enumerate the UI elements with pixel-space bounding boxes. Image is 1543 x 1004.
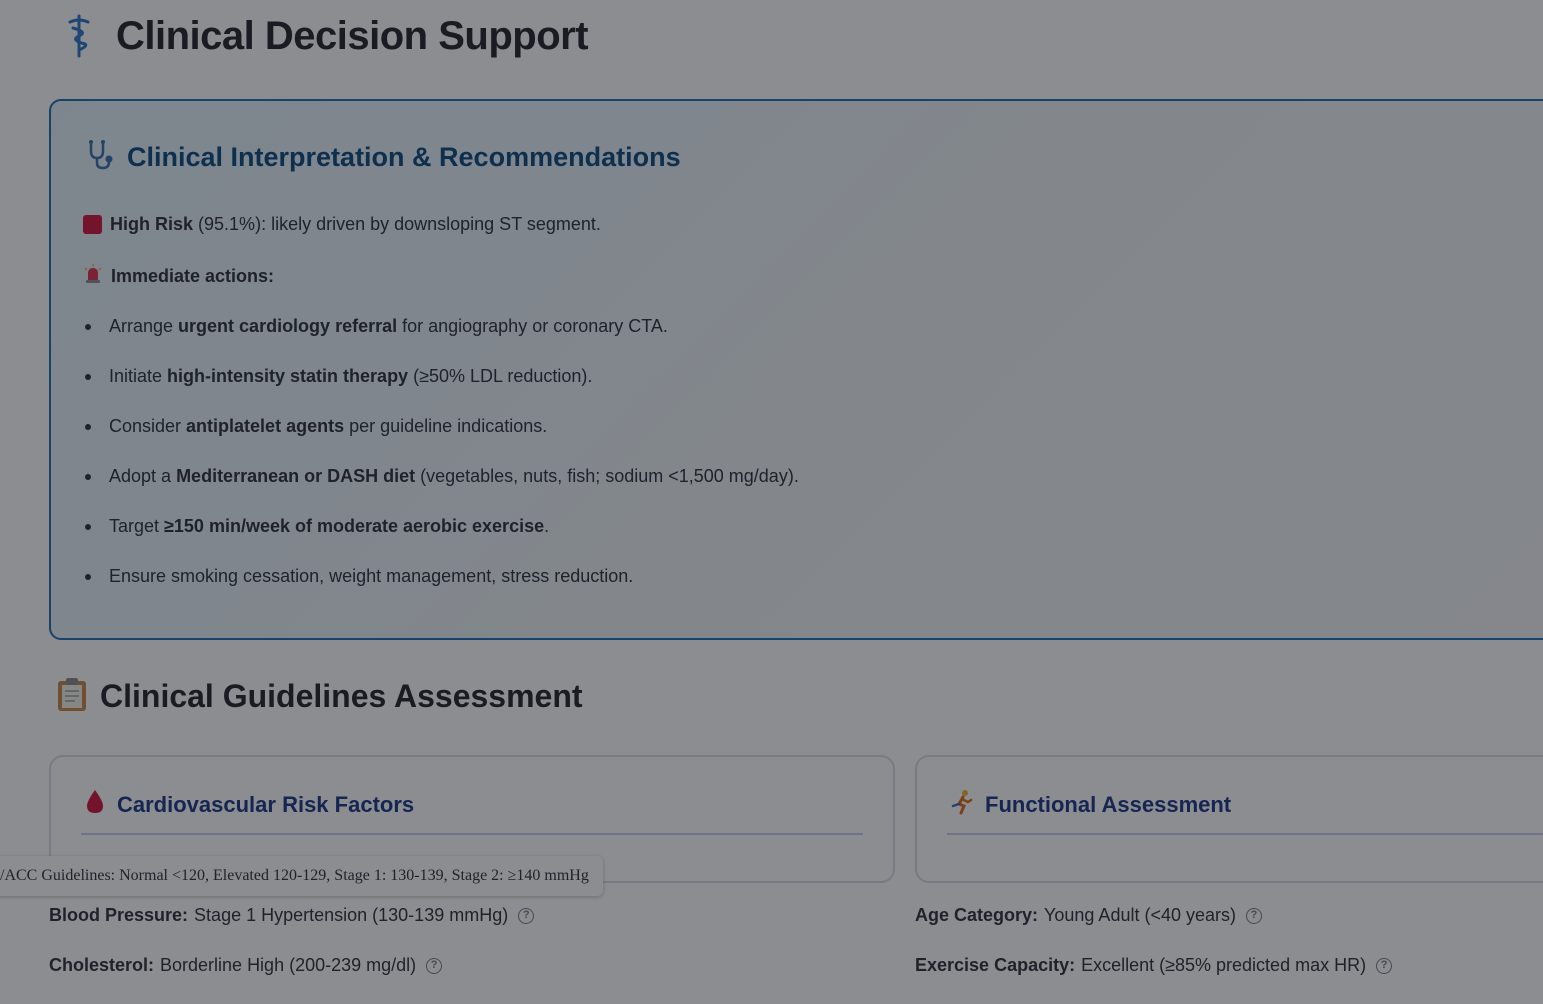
functional-heading: Functional Assessment: [949, 789, 1231, 820]
help-icon[interactable]: ?: [426, 957, 443, 974]
red-square-icon: [83, 215, 102, 234]
risk-reason: : likely driven by downsloping ST segmen…: [261, 214, 601, 234]
metric-label: Exercise Capacity:: [915, 955, 1076, 975]
caduceus-icon: [62, 13, 96, 59]
list-item: Initiate high-intensity statin therapy (…: [83, 364, 799, 414]
metric-label: Blood Pressure:: [49, 905, 189, 925]
list-item: Target ≥150 min/week of moderate aerobic…: [83, 514, 799, 564]
list-item: Consider antiplatelet agents per guideli…: [83, 414, 799, 464]
help-icon[interactable]: ?: [518, 907, 535, 924]
guidelines-title: Clinical Guidelines Assessment: [100, 677, 583, 714]
recommendations-list: Arrange urgent cardiology referral for a…: [83, 314, 799, 614]
immediate-actions-heading: Immediate actions:: [83, 264, 274, 289]
stethoscope-icon: [85, 139, 117, 176]
risk-label: High Risk: [110, 214, 194, 234]
list-item: Adopt a Mediterranean or DASH diet (vege…: [83, 464, 799, 514]
interpretation-heading: Clinical Interpretation & Recommendation…: [85, 139, 681, 176]
page: Clinical Decision Support Clinical Inter…: [0, 0, 1543, 1004]
page-title: Clinical Decision Support: [62, 6, 589, 66]
siren-icon: [83, 264, 103, 289]
divider: [947, 833, 1543, 835]
functional-card: Functional Assessment: [915, 755, 1543, 883]
help-icon[interactable]: ?: [1246, 907, 1263, 924]
cardiovascular-heading: Cardiovascular Risk Factors: [83, 789, 414, 820]
cardiovascular-title: Cardiovascular Risk Factors: [117, 791, 415, 817]
blood-pressure-tooltip: /ACC Guidelines: Normal <120, Elevated 1…: [0, 856, 603, 896]
metric-value: Young Adult (<40 years): [1044, 905, 1237, 925]
exercise-capacity-metric: Exercise Capacity: Excellent (≥85% predi…: [915, 955, 1393, 976]
guidelines-heading: Clinical Guidelines Assessment: [56, 672, 583, 720]
metric-label: Cholesterol:: [49, 955, 155, 975]
functional-title: Functional Assessment: [985, 791, 1232, 817]
blood-drop-icon: [83, 789, 107, 820]
risk-summary: High Risk (95.1%): likely driven by down…: [83, 214, 601, 235]
interpretation-card: Clinical Interpretation & Recommendation…: [49, 99, 1543, 640]
metric-value: Stage 1 Hypertension (130-139 mmHg): [194, 905, 509, 925]
metric-value: Borderline High (200-239 mg/dl): [160, 955, 417, 975]
immediate-actions-label: Immediate actions:: [111, 266, 275, 286]
risk-percent: (95.1%): [198, 214, 262, 234]
clipboard-icon: [56, 676, 88, 717]
runner-icon: [949, 789, 975, 820]
list-item: Arrange urgent cardiology referral for a…: [83, 314, 799, 364]
page-title-text: Clinical Decision Support: [116, 13, 589, 58]
divider: [81, 833, 863, 835]
cholesterol-metric: Cholesterol: Borderline High (200-239 mg…: [49, 955, 443, 976]
list-item: Ensure smoking cessation, weight managem…: [83, 564, 799, 614]
metric-label: Age Category:: [915, 905, 1039, 925]
help-icon[interactable]: ?: [1376, 957, 1393, 974]
metric-value: Excellent (≥85% predicted max HR): [1081, 955, 1367, 975]
blood-pressure-metric: Blood Pressure: Stage 1 Hypertension (13…: [49, 905, 535, 926]
age-category-metric: Age Category: Young Adult (<40 years) ?: [915, 905, 1263, 926]
interpretation-title: Clinical Interpretation & Recommendation…: [127, 142, 681, 172]
